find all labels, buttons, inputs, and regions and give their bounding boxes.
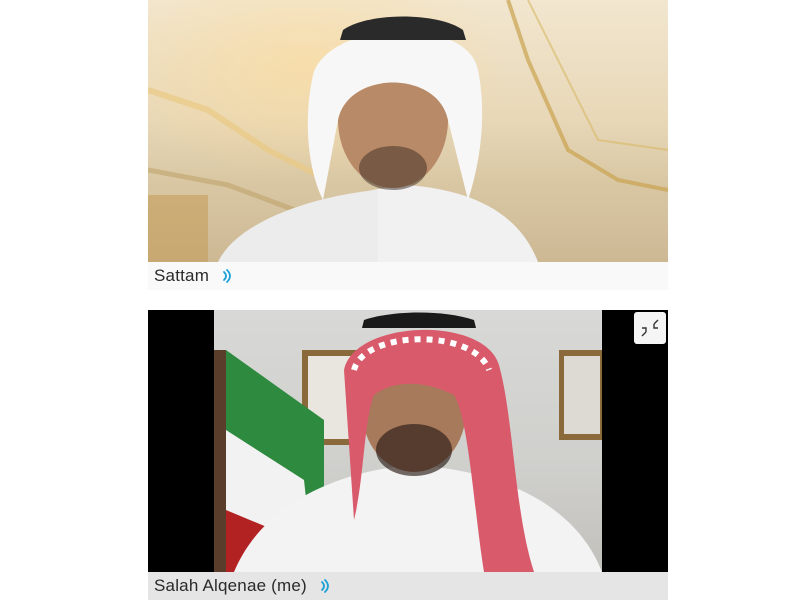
participant-name: Salah Alqenae (me): [154, 576, 307, 595]
participant-name: Sattam: [154, 266, 210, 285]
participant-name-bar: Sattam: [148, 262, 668, 290]
participant-name-bar: Salah Alqenae (me): [148, 572, 668, 600]
participant-tile-self[interactable]: Salah Alqenae (me): [148, 310, 668, 600]
audio-wave-icon: [221, 268, 235, 284]
audio-wave-icon: [319, 578, 333, 594]
video-frame: [148, 0, 668, 262]
video-call-screen: Sattam Salah Alqenae (me): [0, 0, 800, 600]
collapse-arrows-icon: [641, 319, 659, 337]
participant-video: [214, 310, 602, 572]
participant-video: [148, 0, 668, 262]
video-frame: [214, 312, 602, 572]
participant-tile-sattam[interactable]: Sattam: [148, 0, 668, 290]
collapse-button[interactable]: [634, 312, 666, 344]
